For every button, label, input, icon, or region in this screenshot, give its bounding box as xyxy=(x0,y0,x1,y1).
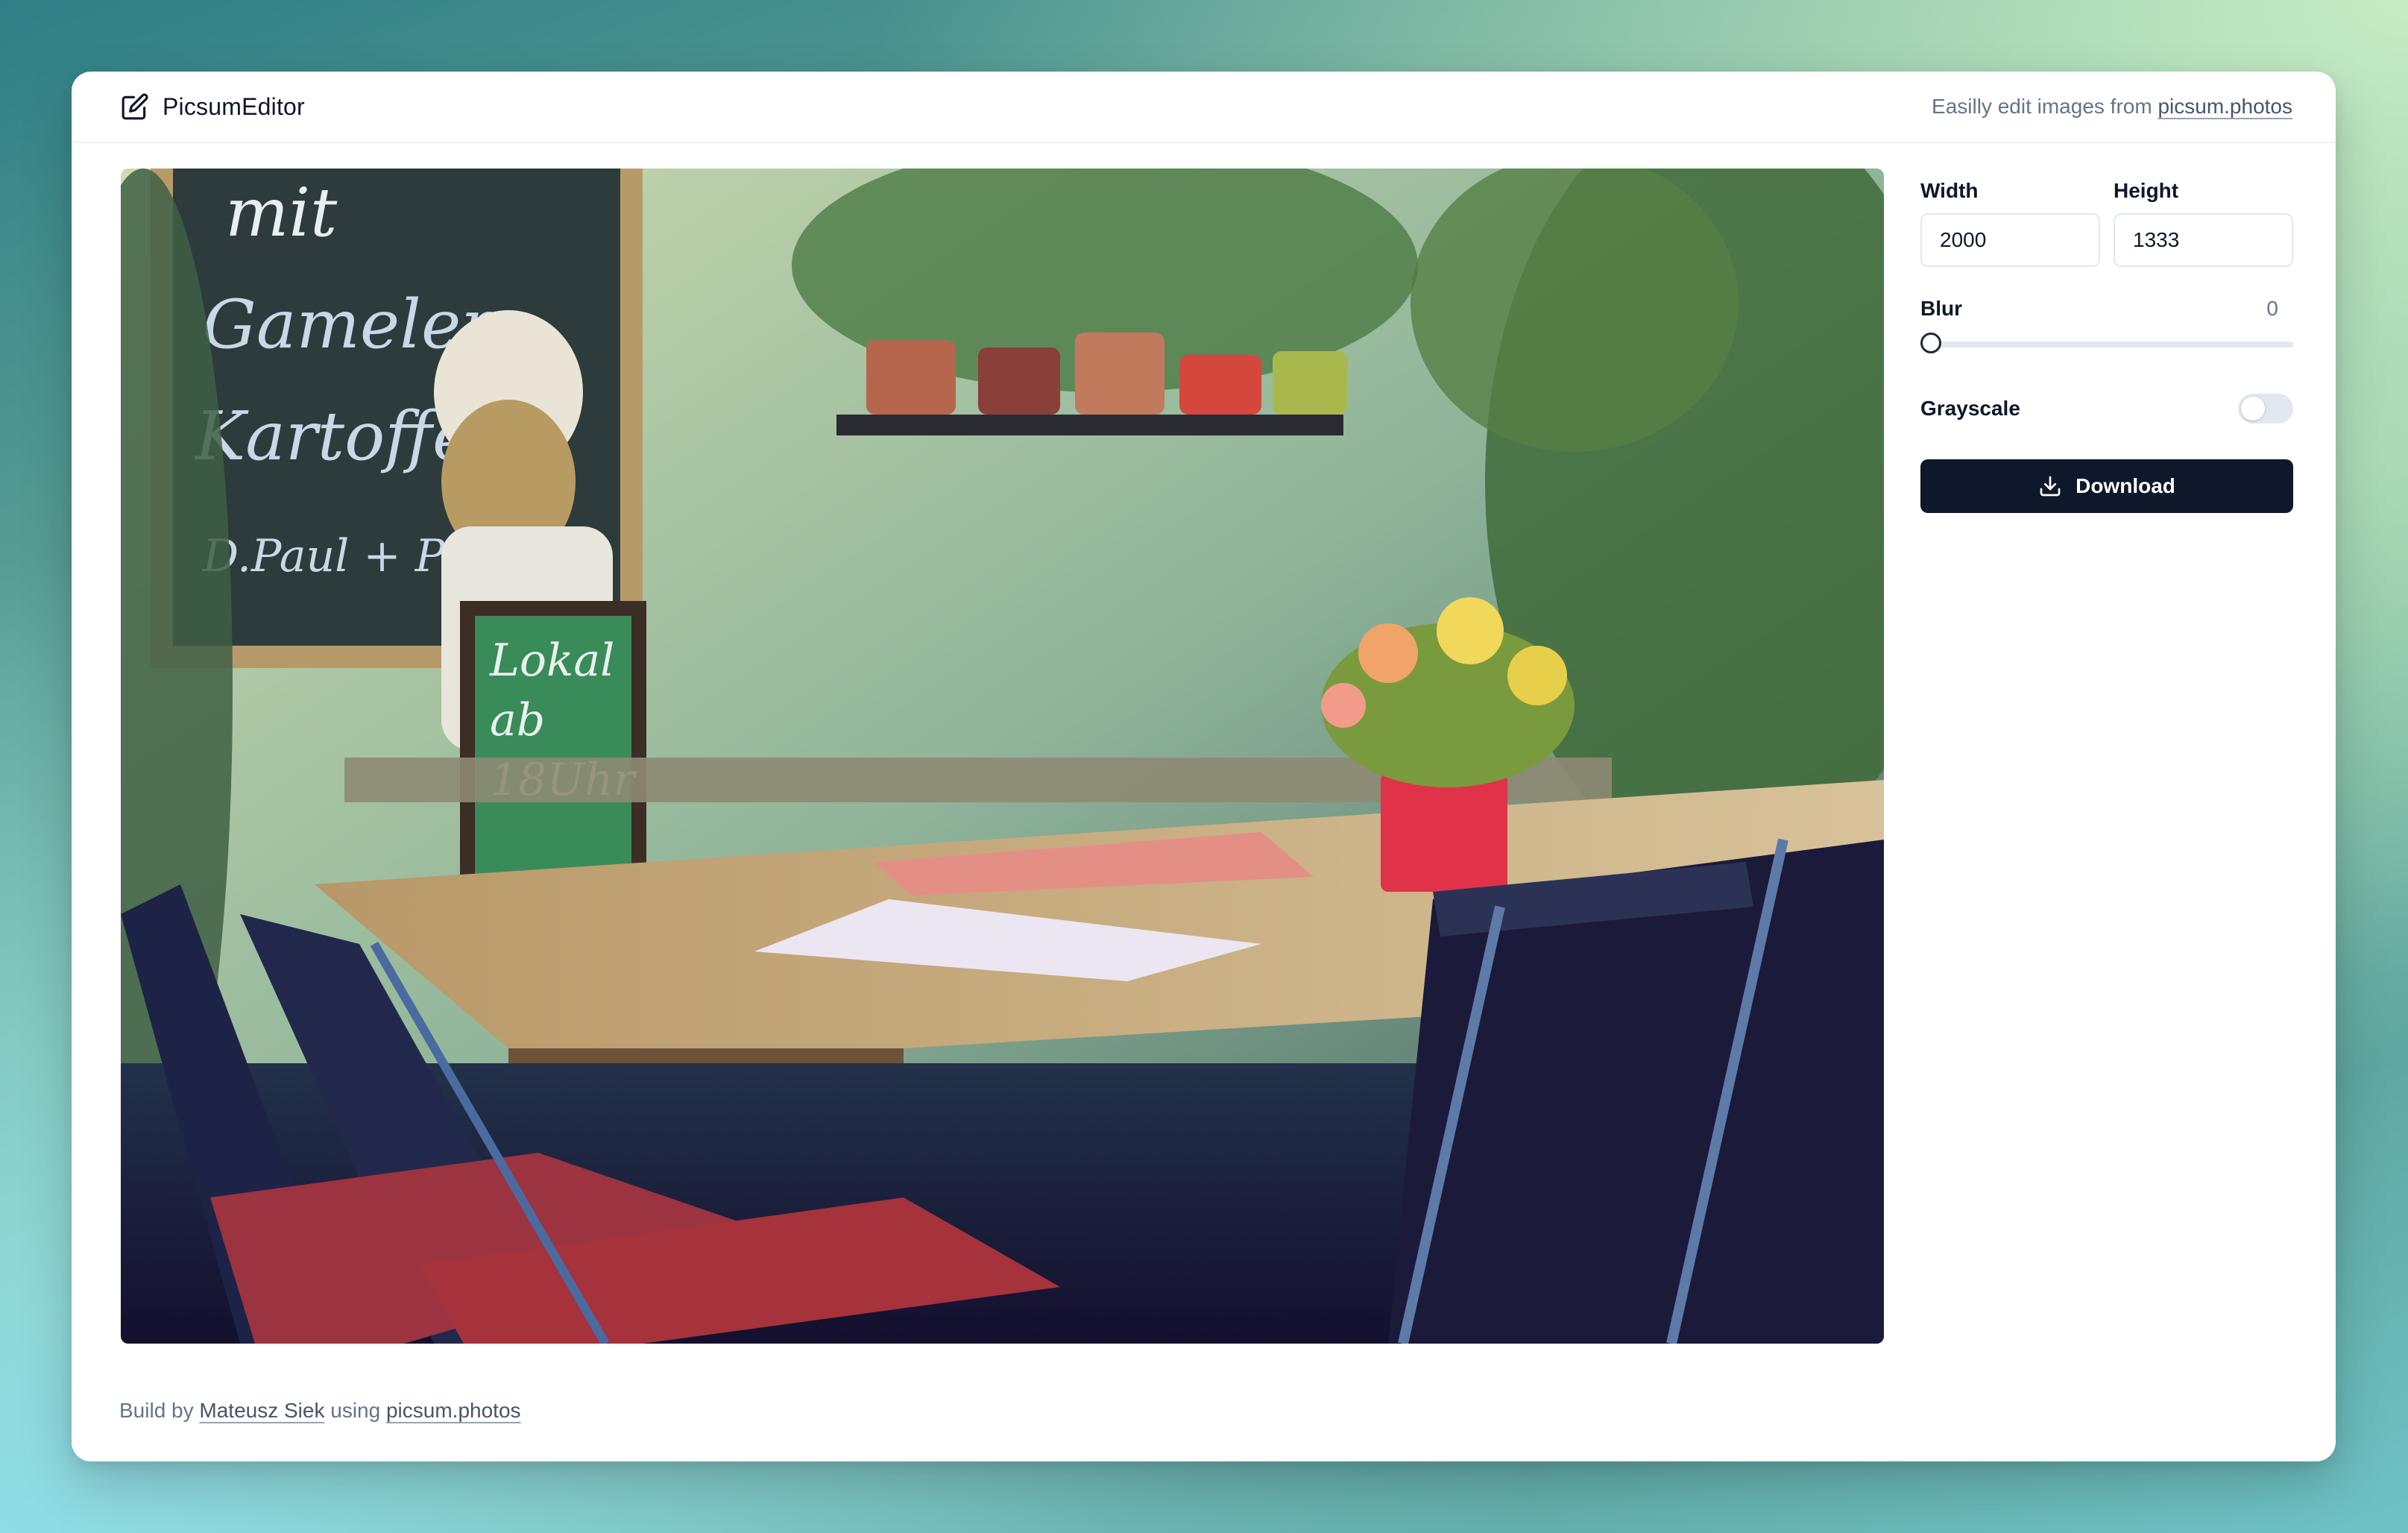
blur-label: Blur xyxy=(1920,297,1962,320)
header: PicsumEditor Easilly edit images from pi… xyxy=(72,72,2336,143)
picsum-link[interactable]: picsum.photos xyxy=(2158,95,2292,118)
svg-text:ab: ab xyxy=(490,694,545,746)
cafe-photo: mit Gamelen Kartoffeln D.Paul + PP Lokal… xyxy=(121,169,1884,1344)
height-input[interactable] xyxy=(2114,213,2293,267)
footer-prefix: Build by xyxy=(119,1399,194,1422)
width-input[interactable] xyxy=(1920,213,2100,267)
edit-square-icon xyxy=(122,93,148,120)
grayscale-toggle-knob xyxy=(2241,397,2265,421)
svg-text:mit: mit xyxy=(225,174,338,252)
download-label: Download xyxy=(2076,474,2175,497)
image-preview: mit Gamelen Kartoffeln D.Paul + PP Lokal… xyxy=(121,169,1884,1344)
blur-slider-track[interactable] xyxy=(1920,341,2293,347)
download-icon xyxy=(2040,476,2061,497)
download-button[interactable]: Download xyxy=(1920,459,2293,513)
footer-middle: using xyxy=(330,1399,381,1422)
tagline: Easilly edit images from picsum.photos xyxy=(1932,95,2292,119)
blur-slider[interactable] xyxy=(1920,331,2293,358)
grayscale-toggle[interactable] xyxy=(2238,394,2293,424)
svg-text:Lokal: Lokal xyxy=(489,635,614,687)
blur-slider-thumb[interactable] xyxy=(1920,333,1941,353)
width-field-group: Width xyxy=(1920,169,2100,267)
author-link[interactable]: Mateusz Siek xyxy=(199,1399,324,1422)
brand[interactable]: PicsumEditor xyxy=(121,92,305,121)
svg-text:D.Paul + PP: D.Paul + PP xyxy=(202,530,476,582)
editor-card: PicsumEditor Easilly edit images from pi… xyxy=(72,72,2336,1461)
footer-picsum-link[interactable]: picsum.photos xyxy=(386,1399,521,1422)
width-label: Width xyxy=(1920,179,1979,202)
app-name: PicsumEditor xyxy=(163,92,305,120)
tagline-text: Easilly edit images from xyxy=(1932,95,2152,118)
blur-value: 0 xyxy=(2266,297,2278,320)
grayscale-label: Grayscale xyxy=(1920,397,2020,420)
height-label: Height xyxy=(2114,179,2179,202)
controls-panel: Width Height Blur 0 Grayscale xyxy=(1920,169,2293,513)
height-field-group: Height xyxy=(2114,169,2293,267)
footer: Build by Mateusz Siek using picsum.photo… xyxy=(119,1399,521,1423)
